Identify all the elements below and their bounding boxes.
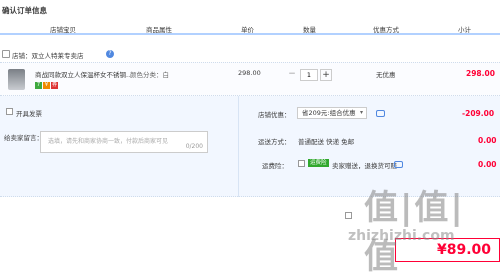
quantity-minus-button[interactable]: − (286, 69, 298, 81)
shipping-label: 运送方式： (258, 138, 291, 146)
store-discount-select[interactable]: 省209元:组合优惠 ▾ (297, 107, 367, 119)
col-discount: 优惠方式 (373, 26, 399, 34)
invoice-checkbox[interactable] (6, 108, 13, 115)
chevron-down-icon: ▾ (359, 109, 363, 116)
quantity-input[interactable] (300, 69, 318, 81)
message-placeholder: 选填，请先和商家协商一致，付款后商家可见 (48, 138, 169, 145)
site-watermark: 值|值|值 zhizhizhi.com (348, 180, 500, 277)
shop-name-link[interactable]: 双立人特莱专卖店 (32, 52, 84, 60)
service-badges: 7 ¥ 券 (35, 80, 59, 89)
insurance-amount: 0.00 (478, 160, 497, 169)
price-protect-icon: ¥ (43, 82, 50, 89)
unit-price: 298.00 (238, 69, 261, 77)
discount-method: 无优惠 (376, 71, 396, 79)
column-header: 店铺宝贝 商品属性 单价 数量 优惠方式 小计 (0, 21, 500, 35)
col-attr: 商品属性 (146, 26, 172, 34)
message-char-count: 0/200 (185, 143, 203, 150)
seven-day-return-icon: 7 (35, 82, 42, 89)
quantity-stepper: − + (286, 69, 336, 81)
col-qty: 数量 (303, 26, 316, 34)
message-textarea[interactable]: 选填，请先和商家协商一致，付款后商家可见 0/200 (40, 131, 208, 153)
invoice-label: 开具发票 (16, 110, 42, 118)
chat-icon[interactable] (376, 110, 385, 117)
coupon-icon: 券 (51, 82, 58, 89)
order-item-row: 商战同款双立人保温杯女不锈钢... 颜色分类：白 7¥券 298.00 − + … (0, 62, 500, 96)
col-subtotal: 小计 (458, 26, 471, 34)
product-thumbnail[interactable] (8, 69, 25, 90)
insurance-label: 运费险： (262, 162, 288, 170)
shop-row: 店铺：双立人特莱专卖店 ? (0, 49, 500, 61)
shipping-method: 普通配送 快递 免邮 (298, 138, 355, 146)
col-shop-item: 店铺宝贝 (50, 26, 76, 34)
product-attr: 颜色分类：白 (130, 71, 169, 79)
insurance-tag: 运费险 (308, 159, 329, 167)
divider (238, 96, 239, 197)
col-price: 单价 (241, 26, 254, 34)
product-name-link[interactable]: 商战同款双立人保温杯女不锈钢... (35, 69, 130, 79)
insurance-text: 卖家赠送，退换货可赔 (332, 162, 397, 170)
chat-help-icon[interactable]: ? (106, 50, 114, 58)
item-subtotal: 298.00 (466, 69, 495, 78)
store-discount-amount: -209.00 (462, 109, 495, 118)
quantity-plus-button[interactable]: + (320, 69, 332, 81)
shop-label: 店铺： (12, 52, 32, 60)
chat-icon[interactable] (394, 161, 403, 168)
watermark-url: zhizhizhi.com (348, 228, 455, 244)
page-title: 确认订单信息 (2, 6, 47, 15)
insurance-checkbox[interactable] (298, 160, 305, 167)
store-discount-label: 店铺优惠： (258, 111, 291, 119)
footer-option-checkbox[interactable] (345, 212, 352, 219)
message-label: 给卖家留言： (4, 134, 43, 142)
shop-bag-icon (2, 50, 10, 58)
shipping-amount: 0.00 (478, 136, 497, 145)
